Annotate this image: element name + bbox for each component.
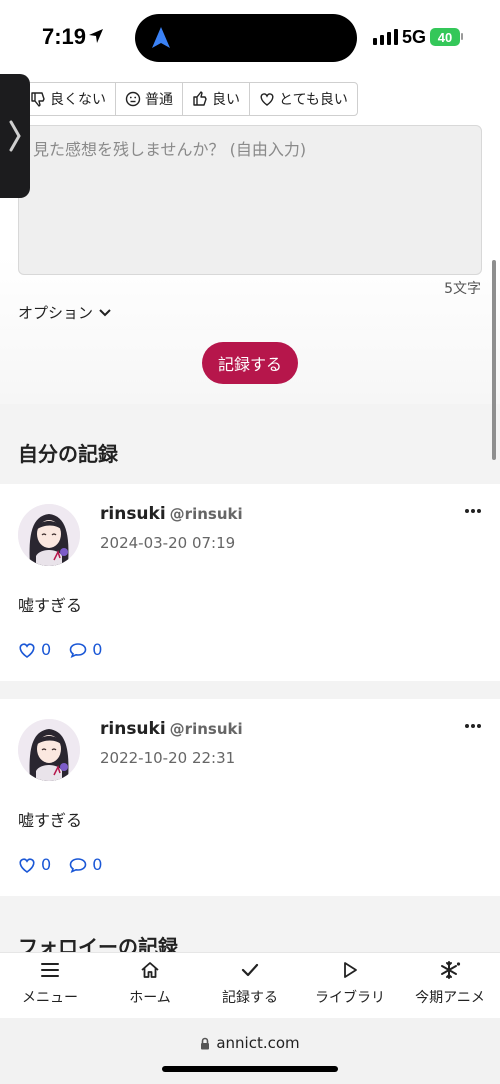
lock-icon (201, 1037, 210, 1049)
heart-icon (260, 93, 274, 106)
record-comment: 嘘すぎる (18, 811, 83, 830)
record-card: rinsuki @rinsuki 2024-03-20 07:19 嘘すぎる 0 … (0, 484, 500, 681)
like-button[interactable]: 0 (18, 640, 51, 659)
neutral-face-icon (125, 91, 141, 107)
thumbs-down-icon (31, 92, 45, 107)
rating-bad-button[interactable]: 良くない (21, 83, 116, 115)
scrollbar-thumb[interactable] (492, 260, 496, 460)
rating-label: とても良い (279, 92, 348, 108)
comment-placeholder: 見た感想を残しませんか？ (自由入力) (33, 140, 307, 159)
avatar[interactable] (18, 719, 80, 781)
speech-bubble-icon (69, 857, 87, 873)
avatar-image (18, 504, 80, 566)
record-username[interactable]: rinsuki @rinsuki (100, 719, 243, 739)
avatar-image (18, 719, 80, 781)
browser-url-bar[interactable]: annict.com (0, 1018, 500, 1084)
network-type: 5G (402, 27, 427, 47)
tab-label: ホーム (129, 990, 171, 1006)
char-count: 5文字 (444, 281, 481, 297)
comment-count: 0 (92, 855, 103, 874)
snowflake-icon (441, 961, 461, 979)
record-username[interactable]: rinsuki @rinsuki (100, 504, 243, 524)
rating-neutral-button[interactable]: 普通 (116, 83, 183, 115)
chevron-right-icon (9, 120, 21, 152)
rating-label: 良くない (50, 92, 106, 108)
heart-outline-icon (19, 642, 35, 658)
username-text: rinsuki (100, 719, 166, 739)
submit-label: 記録する (217, 355, 282, 374)
record-actions: 0 0 (18, 640, 102, 659)
status-bar: 7:19 5G 40 (0, 0, 500, 74)
like-button[interactable]: 0 (18, 855, 51, 874)
user-handle: @rinsuki (169, 720, 243, 738)
checkmark-icon (241, 963, 259, 977)
record-timestamp[interactable]: 2022-10-20 22:31 (100, 749, 235, 767)
my-records-heading: 自分の記録 (18, 442, 118, 466)
more-options-icon[interactable] (464, 508, 482, 514)
tab-label: 今期アニメ (415, 990, 485, 1006)
record-form: 良くない 普通 良い とても良い 見た感想を残しませんか？ (自由入力) 5文字… (0, 74, 500, 404)
rating-label: 良い (212, 92, 240, 108)
location-arrow-icon (89, 29, 103, 43)
record-card: rinsuki @rinsuki 2022-10-20 22:31 嘘すぎる 0 … (0, 699, 500, 896)
navigation-arrow-icon (152, 27, 170, 48)
rating-good-button[interactable]: 良い (183, 83, 250, 115)
url-display[interactable]: annict.com (0, 1034, 500, 1052)
username-text: rinsuki (100, 504, 166, 524)
tab-library[interactable]: ライブラリ (300, 953, 400, 1018)
like-count: 0 (41, 640, 52, 659)
comment-input[interactable]: 見た感想を残しませんか？ (自由入力) (18, 125, 482, 275)
speech-bubble-icon (69, 642, 87, 658)
record-actions: 0 0 (18, 855, 102, 874)
menu-icon (41, 963, 59, 977)
tab-menu[interactable]: メニュー (0, 953, 100, 1018)
battery-cap (461, 33, 463, 40)
play-icon (344, 962, 357, 978)
rating-selector: 良くない 普通 良い とても良い (20, 82, 358, 116)
thumbs-up-icon (193, 91, 207, 106)
heart-outline-icon (19, 857, 35, 873)
tab-label: 記録する (222, 990, 278, 1006)
submit-record-button[interactable]: 記録する (202, 342, 298, 384)
status-time: 7:19 (42, 24, 87, 49)
bottom-tab-bar: メニュー ホーム 記録する ライブラリ 今期アニメ (0, 952, 500, 1018)
url-text: annict.com (216, 1034, 300, 1052)
comment-button[interactable]: 0 (69, 855, 102, 874)
like-count: 0 (41, 855, 52, 874)
rating-great-button[interactable]: とても良い (250, 83, 357, 115)
options-label: オプション (18, 304, 94, 322)
avatar[interactable] (18, 504, 80, 566)
home-icon (141, 962, 159, 978)
dynamic-island (135, 14, 357, 62)
comment-count: 0 (92, 640, 103, 659)
tab-label: メニュー (22, 990, 78, 1006)
tab-record[interactable]: 記録する (200, 953, 300, 1018)
user-handle: @rinsuki (169, 505, 243, 523)
chevron-down-icon (99, 308, 111, 316)
side-panel-handle[interactable] (0, 74, 30, 198)
options-toggle[interactable]: オプション (18, 302, 111, 323)
record-timestamp[interactable]: 2024-03-20 07:19 (100, 534, 235, 552)
tab-home[interactable]: ホーム (100, 953, 200, 1018)
tab-current-anime[interactable]: 今期アニメ (400, 953, 500, 1018)
home-indicator (162, 1066, 338, 1072)
battery-level: 40 (437, 29, 453, 45)
more-options-icon[interactable] (464, 723, 482, 729)
battery-icon: 40 (430, 28, 460, 46)
record-comment: 嘘すぎる (18, 596, 83, 615)
cellular-signal-icon (373, 29, 398, 45)
rating-label: 普通 (145, 92, 173, 108)
tab-label: ライブラリ (315, 990, 385, 1006)
comment-button[interactable]: 0 (69, 640, 102, 659)
